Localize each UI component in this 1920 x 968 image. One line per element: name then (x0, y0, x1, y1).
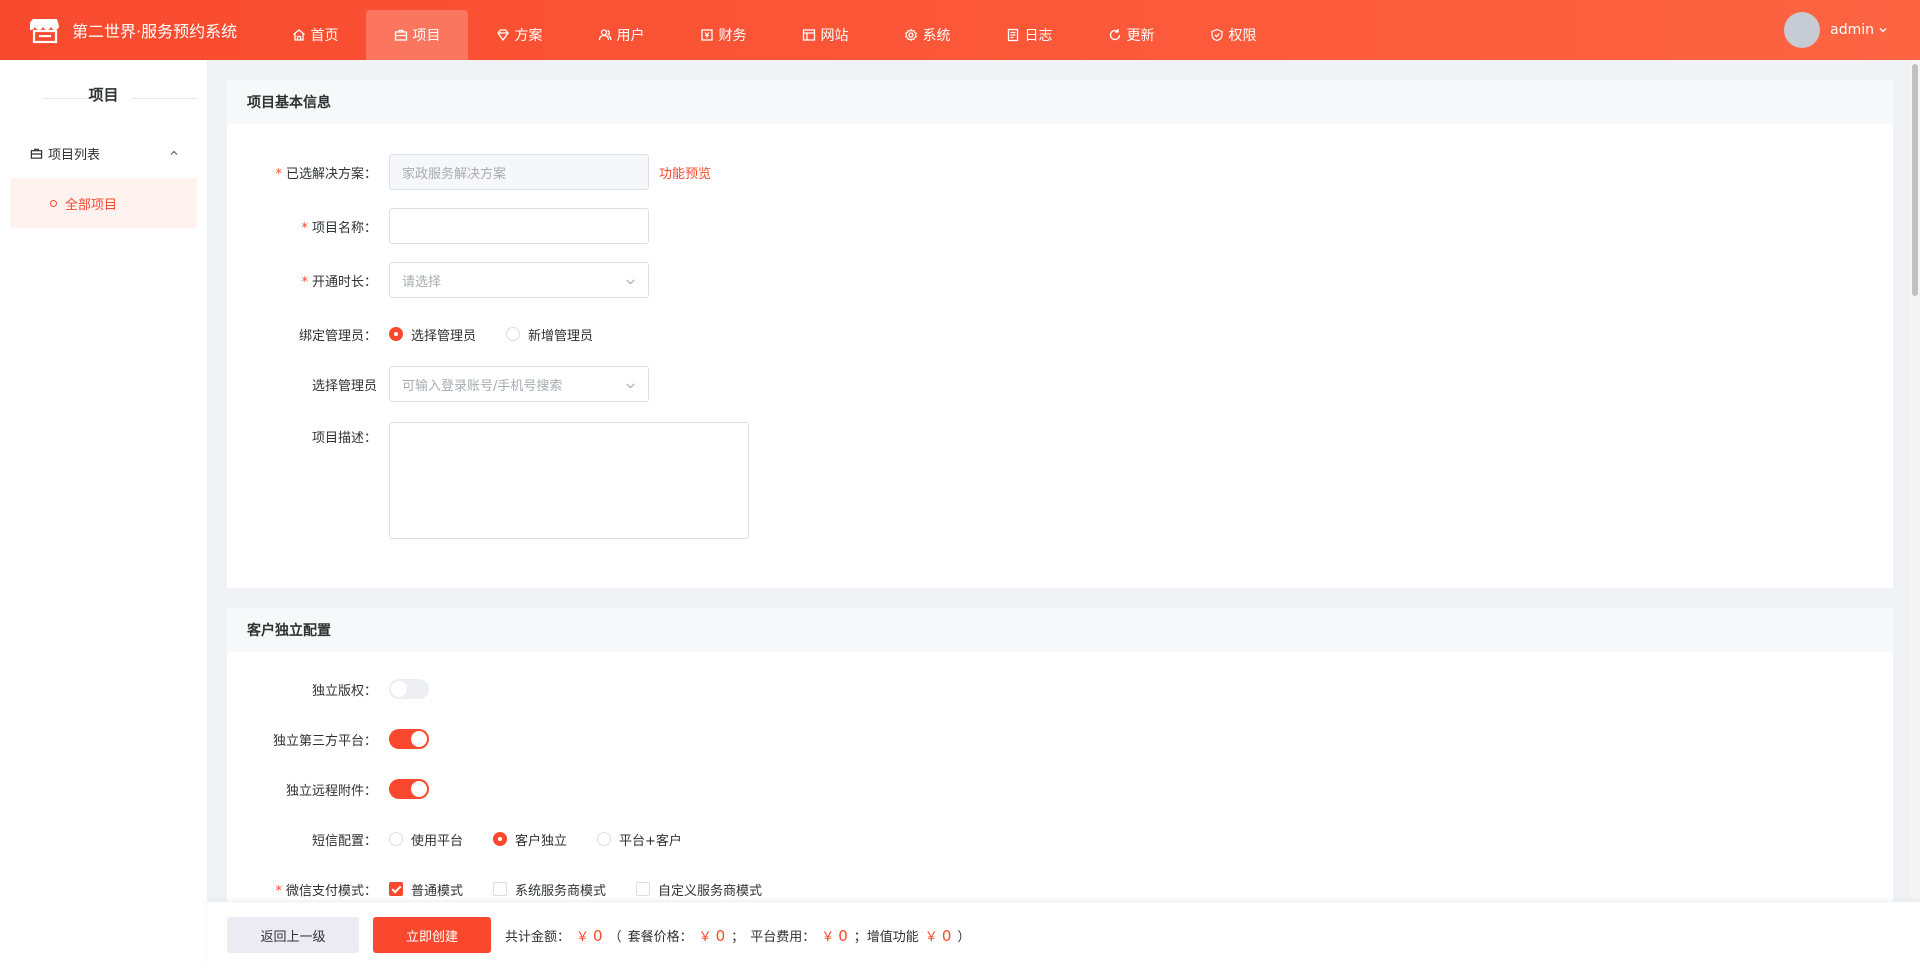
shield-icon (1210, 28, 1223, 42)
checkbox-custom-provider-mode[interactable]: 自定义服务商模式 (636, 880, 762, 899)
addon-price: ￥ 0 (924, 926, 952, 945)
admin-bind-row: 绑定管理员： 选择管理员 新增管理员 (227, 316, 623, 352)
footer-bar: 返回上一级 立即创建 共计金额： ￥ 0 （ 套餐价格： ￥ 0 ； 平台费用： ￥… (207, 901, 1920, 968)
radio-sms-customer[interactable]: 客户独立 (493, 830, 567, 849)
nav-update[interactable]: 更新 (1080, 10, 1182, 60)
brand-title: 第二世界·服务预约系统 (72, 22, 238, 41)
nav-solution[interactable]: 方案 (468, 10, 570, 60)
copyright-switch[interactable] (389, 679, 429, 699)
admin-search-select[interactable]: 可输入登录账号/手机号搜索 (389, 366, 649, 402)
wechat-pay-group: 普通模式 系统服务商模式 自定义服务商模式 (389, 880, 792, 899)
briefcase-icon (30, 148, 43, 159)
brand[interactable]: 第二世界·服务预约系统 (30, 0, 237, 60)
radio-select-admin[interactable]: 选择管理员 (389, 325, 476, 344)
third-party-switch[interactable] (389, 729, 429, 749)
solution-input[interactable]: 家政服务解决方案 (389, 154, 649, 190)
sms-row: 短信配置： 使用平台 客户独立 平台+客户 (227, 821, 712, 857)
section-title: 项目基本信息 (227, 80, 1893, 124)
admin-bind-radio-group: 选择管理员 新增管理员 (389, 325, 623, 344)
feature-preview-link[interactable]: 功能预览 (659, 163, 711, 182)
avatar[interactable] (1784, 12, 1821, 48)
radio-sms-both[interactable]: 平台+客户 (597, 830, 682, 849)
section-title: 客户独立配置 (227, 608, 1893, 652)
project-name-input[interactable] (389, 208, 649, 244)
back-button[interactable]: 返回上一级 (227, 917, 359, 953)
user-name: admin (1830, 22, 1874, 38)
circle-dot-icon (50, 199, 57, 207)
nav-website[interactable]: 网站 (774, 10, 876, 60)
refresh-icon (1109, 29, 1120, 41)
remote-attachment-switch[interactable] (389, 779, 429, 799)
platform-fee: ￥ 0 (821, 926, 848, 945)
chevron-down-icon (1879, 28, 1887, 33)
nav-project[interactable]: 项目 (366, 10, 468, 60)
sidebar-group-project-list[interactable]: 项目列表 (10, 136, 197, 170)
finance-icon (700, 29, 713, 41)
remote-attachment-row: 独立远程附件： (227, 771, 429, 807)
divider (132, 98, 197, 99)
total-amount: ￥ 0 (576, 926, 603, 945)
checkbox-system-provider-mode[interactable]: 系统服务商模式 (493, 880, 606, 899)
description-textarea[interactable] (389, 422, 749, 539)
duration-row: * 开通时长： 请选择 (227, 262, 649, 298)
chevron-down-icon (626, 279, 635, 285)
chevron-up-icon (170, 150, 178, 155)
scrollbar-thumb[interactable] (1912, 64, 1918, 296)
layout-icon (802, 29, 815, 41)
home-icon (292, 29, 305, 41)
nav-home[interactable]: 首页 (264, 10, 366, 60)
admin-select-row: 选择管理员 可输入登录账号/手机号搜索 (227, 366, 649, 402)
radio-sms-platform[interactable]: 使用平台 (389, 830, 463, 849)
package-price: ￥ 0 (698, 926, 726, 945)
scrollbar[interactable] (1910, 60, 1920, 901)
sms-radio-group: 使用平台 客户独立 平台+客户 (389, 830, 712, 849)
sidebar: 项目 项目列表 全部项目 (0, 60, 207, 968)
basic-info-card: 项目基本信息 * 已选解决方案： 家政服务解决方案 功能预览 * 项目名称： * 开通… (227, 80, 1893, 588)
price-summary: 共计金额： ￥ 0 （ 套餐价格： ￥ 0 ； 平台费用： ￥ 0 ； 增值功能 ￥ 0… (505, 926, 971, 945)
nav-system[interactable]: 系统 (876, 10, 978, 60)
main-nav: 首页 项目 方案 用户 财务 网站 系统 日志 更新 权限 (264, 10, 1284, 60)
create-button[interactable]: 立即创建 (373, 917, 491, 953)
user-menu[interactable]: admin (1784, 0, 1888, 60)
store-logo-icon (30, 19, 59, 44)
top-header: 第二世界·服务预约系统 首页 项目 方案 用户 财务 网站 系统 日志 更新 权… (0, 0, 1920, 60)
users-icon (598, 29, 611, 41)
third-party-row: 独立第三方平台： (227, 721, 429, 757)
nav-log[interactable]: 日志 (978, 10, 1080, 60)
nav-permission[interactable]: 权限 (1182, 10, 1284, 60)
chevron-down-icon (626, 383, 635, 389)
duration-select[interactable]: 请选择 (389, 262, 649, 298)
diamond-icon (496, 29, 509, 42)
project-name-row: * 项目名称： (227, 208, 649, 244)
copyright-row: 独立版权： (227, 671, 429, 707)
radio-new-admin[interactable]: 新增管理员 (506, 325, 593, 344)
sidebar-title: 项目 (88, 86, 119, 104)
checkbox-normal-mode[interactable]: 普通模式 (389, 880, 463, 899)
nav-finance[interactable]: 财务 (672, 10, 774, 60)
solution-row: * 已选解决方案： 家政服务解决方案 功能预览 (227, 154, 711, 190)
description-row: 项目描述： (227, 422, 749, 540)
nav-users[interactable]: 用户 (570, 10, 672, 60)
sidebar-item-all-projects[interactable]: 全部项目 (10, 178, 197, 228)
log-icon (1007, 28, 1018, 42)
gear-icon (904, 28, 917, 42)
briefcase-icon (394, 29, 407, 41)
